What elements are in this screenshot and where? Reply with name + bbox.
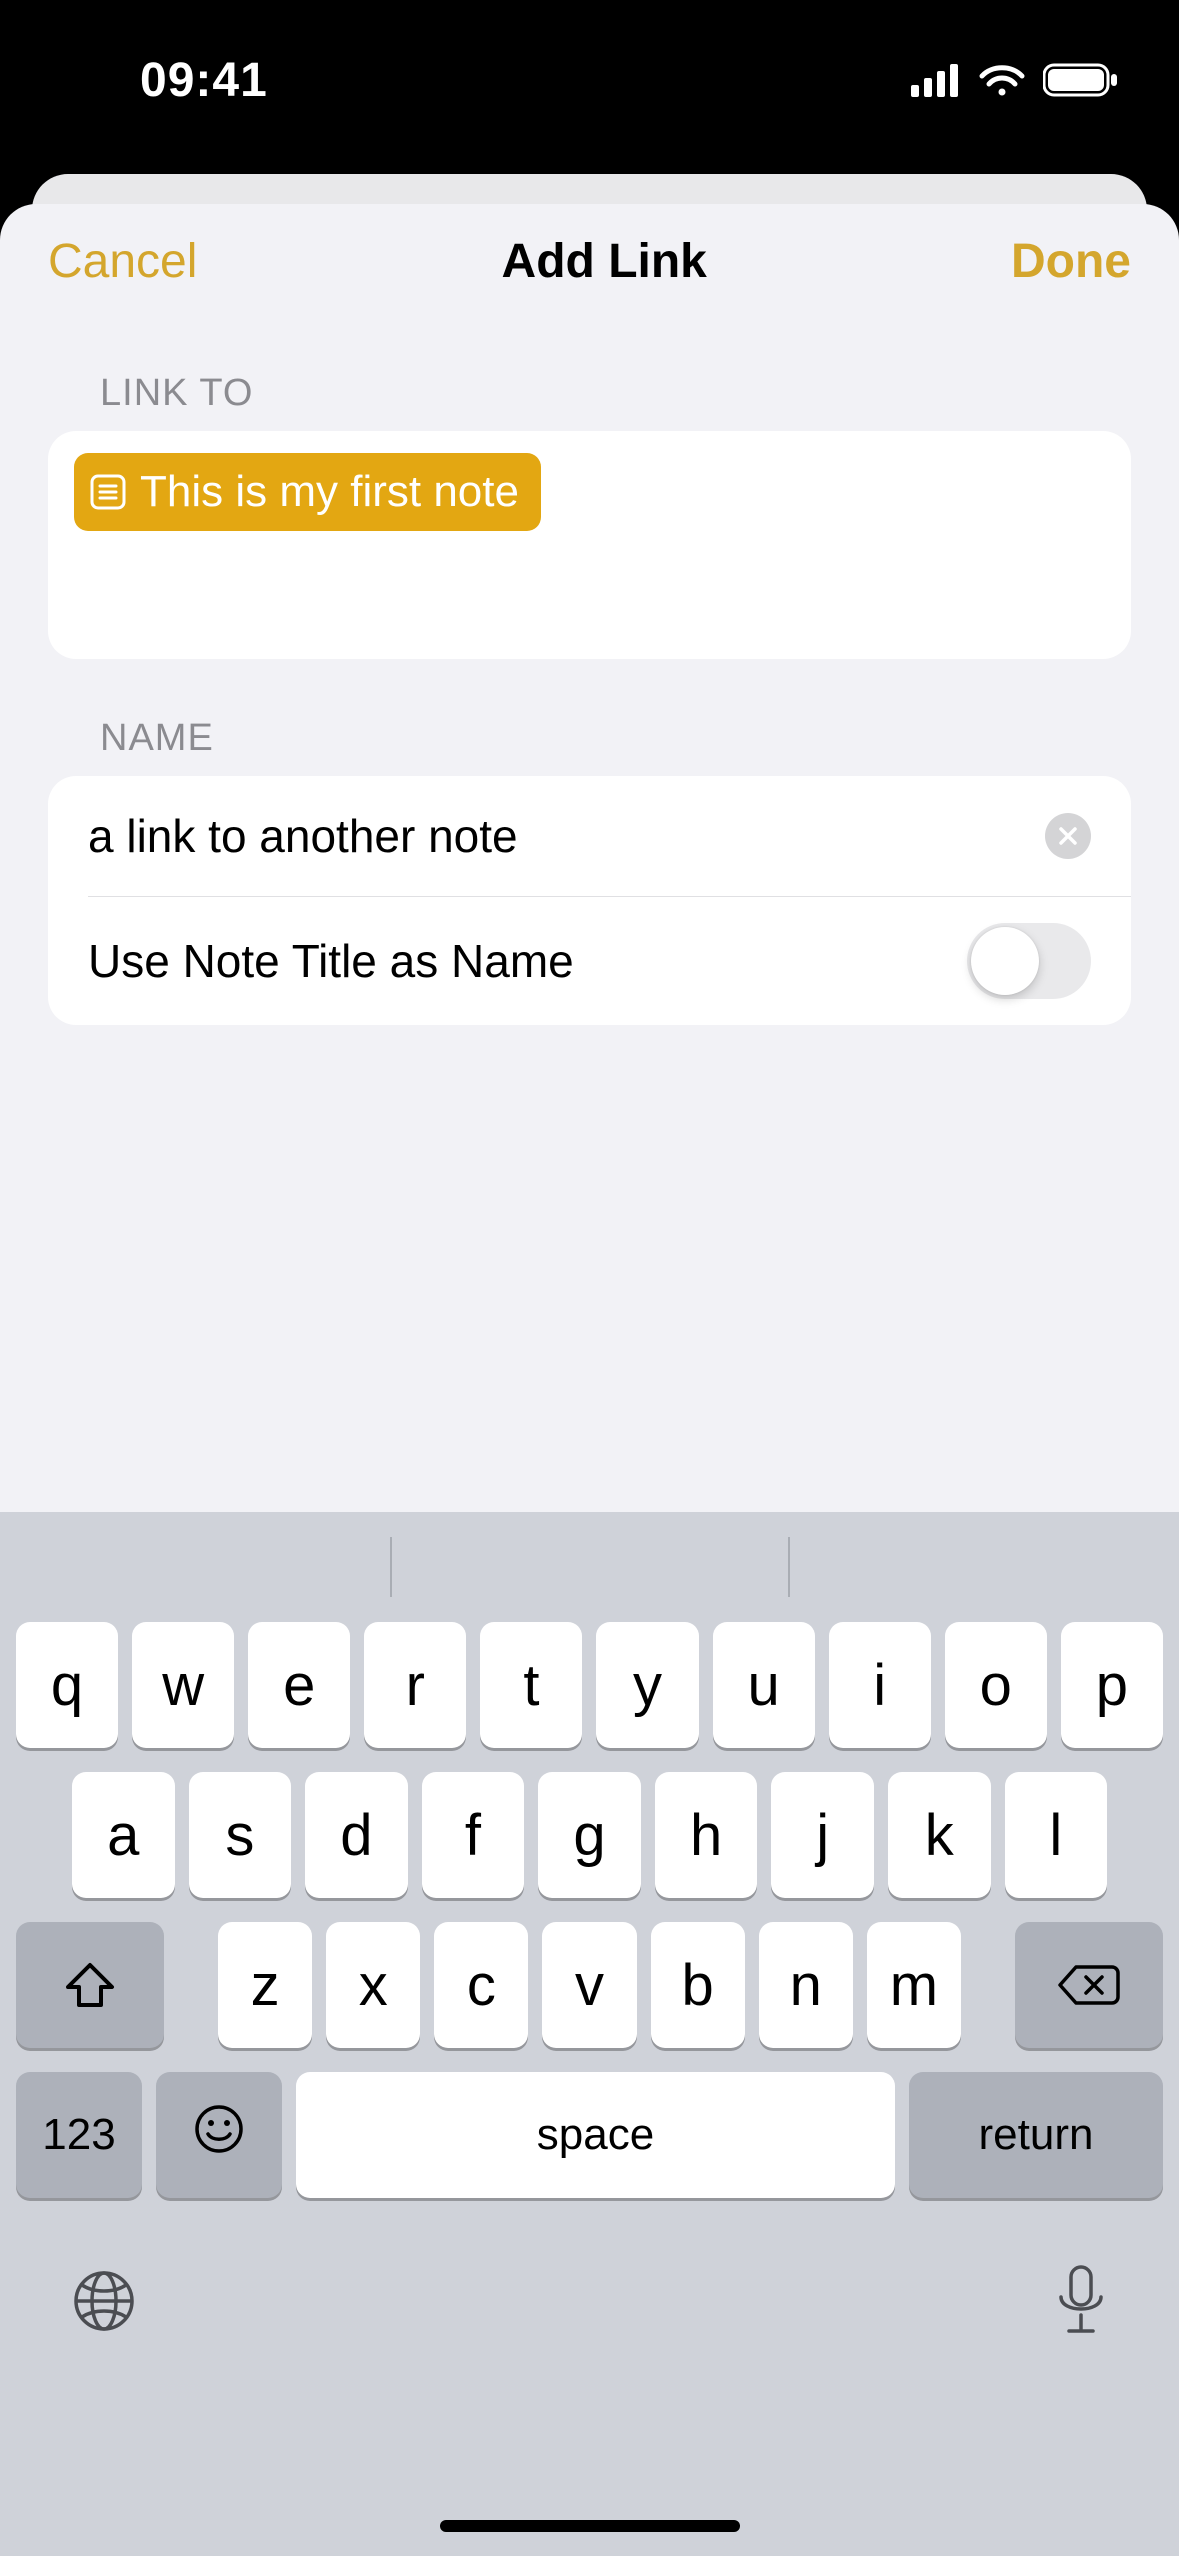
name-input[interactable]: [88, 809, 1045, 863]
key-emoji[interactable]: [156, 2072, 282, 2198]
keyboard-bottom-row: [0, 2222, 1179, 2362]
key-r[interactable]: r: [364, 1622, 466, 1748]
key-q[interactable]: q: [16, 1622, 118, 1748]
key-i[interactable]: i: [829, 1622, 931, 1748]
status-indicators: [911, 62, 1119, 98]
sheet-title: Add Link: [502, 234, 707, 289]
dictation-button[interactable]: [1053, 2263, 1109, 2339]
key-x[interactable]: x: [326, 1922, 420, 2048]
key-f[interactable]: f: [422, 1772, 525, 1898]
cellular-icon: [911, 63, 961, 97]
cancel-button[interactable]: Cancel: [48, 234, 197, 289]
emoji-icon: [193, 2103, 245, 2168]
key-shift[interactable]: [16, 1922, 164, 2048]
key-z[interactable]: z: [218, 1922, 312, 2048]
key-row-1: q w e r t y u i o p: [0, 1622, 1179, 1748]
link-to-section-label: LINK TO: [0, 314, 1179, 431]
key-j[interactable]: j: [771, 1772, 874, 1898]
link-to-field[interactable]: This is my first note: [48, 431, 1131, 659]
key-backspace[interactable]: [1015, 1922, 1163, 2048]
key-y[interactable]: y: [596, 1622, 698, 1748]
selected-note-chip[interactable]: This is my first note: [74, 453, 541, 531]
sheet-nav: Cancel Add Link Done: [0, 204, 1179, 314]
wifi-icon: [977, 62, 1027, 98]
name-section-label: NAME: [0, 659, 1179, 776]
name-card: Use Note Title as Name: [48, 776, 1131, 1025]
keyboard: q w e r t y u i o p a s d f g h j k l: [0, 1512, 1179, 2556]
backspace-icon: [1058, 1963, 1120, 2007]
note-icon: [90, 474, 126, 510]
key-g[interactable]: g: [538, 1772, 641, 1898]
home-indicator[interactable]: [440, 2520, 740, 2532]
battery-icon: [1043, 62, 1119, 98]
suggestion-separator: [788, 1537, 790, 1597]
key-n[interactable]: n: [759, 1922, 853, 2048]
toggle-knob: [971, 927, 1039, 995]
screen: 09:41 Cancel Add Link Done LINK TO: [0, 0, 1179, 2556]
key-e[interactable]: e: [248, 1622, 350, 1748]
globe-icon: [70, 2267, 138, 2335]
use-title-toggle[interactable]: [967, 923, 1091, 999]
name-input-row: [48, 776, 1131, 896]
key-row-4: 123 space return: [0, 2072, 1179, 2198]
selected-note-label: This is my first note: [140, 467, 519, 517]
key-o[interactable]: o: [945, 1622, 1047, 1748]
shift-icon: [64, 1961, 116, 2009]
key-numeric[interactable]: 123: [16, 2072, 142, 2198]
microphone-icon: [1053, 2263, 1109, 2339]
key-s[interactable]: s: [189, 1772, 292, 1898]
suggestion-bar[interactable]: [0, 1512, 1179, 1622]
use-title-row: Use Note Title as Name: [48, 897, 1131, 1025]
key-row-3: z x c v b n m: [0, 1922, 1179, 2048]
key-d[interactable]: d: [305, 1772, 408, 1898]
status-time: 09:41: [140, 53, 268, 108]
spacer: [178, 1922, 204, 2048]
x-icon: [1057, 825, 1079, 847]
clear-text-button[interactable]: [1045, 813, 1091, 859]
globe-button[interactable]: [70, 2267, 138, 2335]
key-h[interactable]: h: [655, 1772, 758, 1898]
key-row-2: a s d f g h j k l: [0, 1772, 1179, 1898]
suggestion-separator: [390, 1537, 392, 1597]
spacer: [975, 1922, 1001, 2048]
done-button[interactable]: Done: [1011, 234, 1131, 289]
use-title-label: Use Note Title as Name: [88, 934, 967, 988]
key-l[interactable]: l: [1005, 1772, 1108, 1898]
key-p[interactable]: p: [1061, 1622, 1163, 1748]
key-m[interactable]: m: [867, 1922, 961, 2048]
key-a[interactable]: a: [72, 1772, 175, 1898]
key-u[interactable]: u: [713, 1622, 815, 1748]
key-return[interactable]: return: [909, 2072, 1163, 2198]
key-b[interactable]: b: [651, 1922, 745, 2048]
status-bar: 09:41: [0, 0, 1179, 170]
key-c[interactable]: c: [434, 1922, 528, 2048]
key-v[interactable]: v: [542, 1922, 636, 2048]
key-t[interactable]: t: [480, 1622, 582, 1748]
key-space[interactable]: space: [296, 2072, 895, 2198]
key-w[interactable]: w: [132, 1622, 234, 1748]
key-k[interactable]: k: [888, 1772, 991, 1898]
